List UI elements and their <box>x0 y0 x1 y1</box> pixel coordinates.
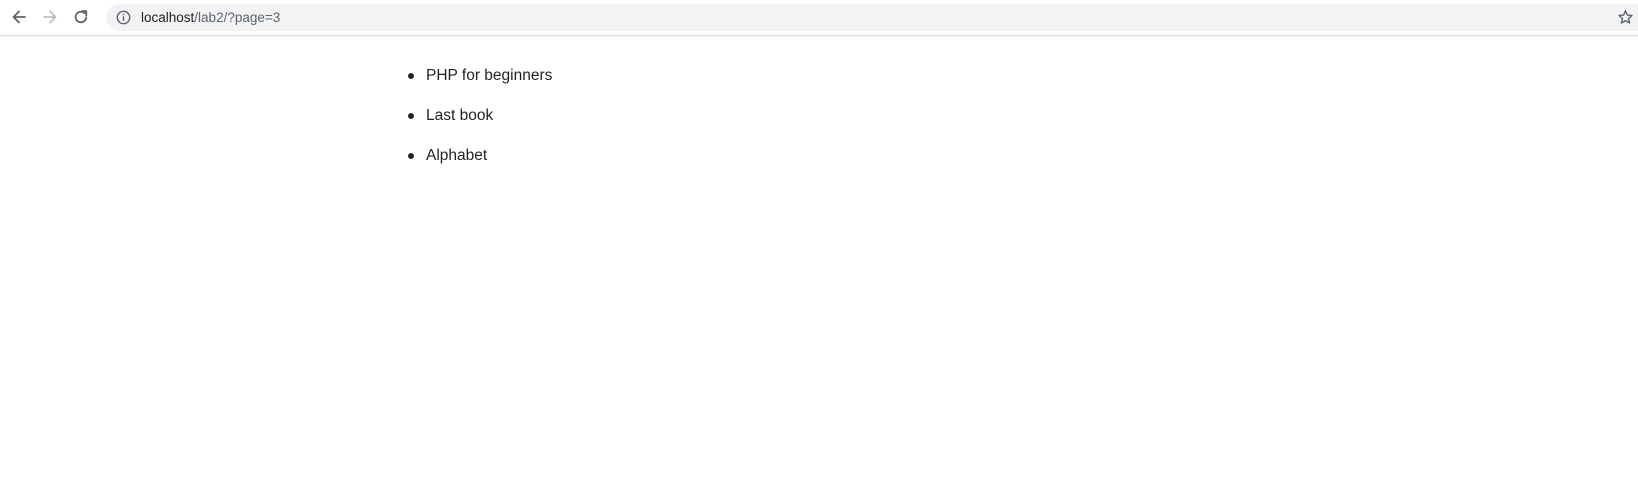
browser-toolbar: localhost/lab2/?page=3 <box>0 0 1638 36</box>
page-content: PHP for beginners Last book Alphabet <box>0 36 1638 478</box>
back-button[interactable] <box>6 4 32 30</box>
info-icon[interactable] <box>116 10 131 25</box>
bullet-icon <box>408 113 414 119</box>
star-icon[interactable] <box>1617 9 1634 26</box>
bullet-icon <box>408 153 414 159</box>
list-item: Last book <box>408 106 552 126</box>
url-path: /lab2/?page=3 <box>194 10 281 25</box>
list-item: Alphabet <box>408 146 552 166</box>
arrow-left-icon <box>12 10 26 24</box>
book-title: Alphabet <box>426 147 488 164</box>
book-list: PHP for beginners Last book Alphabet <box>408 66 553 186</box>
book-title: PHP for beginners <box>426 67 553 84</box>
list-item: PHP for beginners <box>408 66 553 86</box>
bullet-icon <box>408 73 414 79</box>
url-text[interactable]: localhost/lab2/?page=3 <box>141 9 280 26</box>
arrow-right-icon <box>43 10 57 24</box>
address-bar[interactable]: localhost/lab2/?page=3 <box>106 4 1638 31</box>
reload-icon <box>74 10 88 24</box>
book-title: Last book <box>426 107 494 124</box>
url-host: localhost <box>141 10 195 25</box>
reload-button[interactable] <box>68 4 94 30</box>
forward-button[interactable] <box>37 4 63 30</box>
